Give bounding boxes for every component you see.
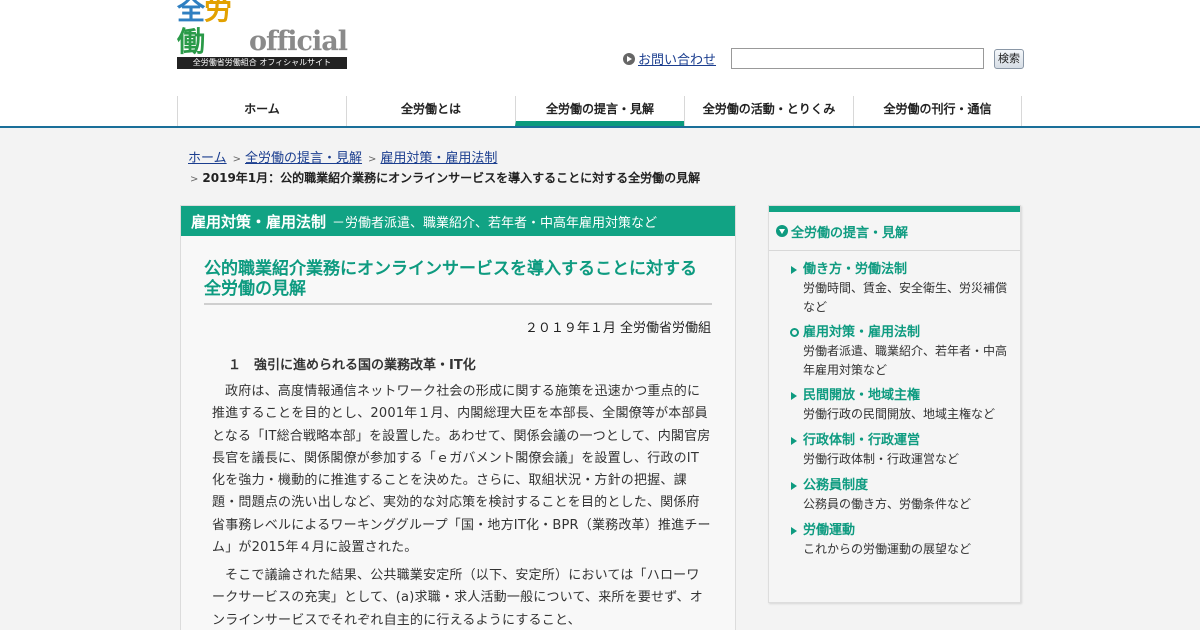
chevron-right-icon: > [190, 174, 199, 185]
nav-item-home[interactable]: ホーム [177, 96, 346, 126]
sidebar-header[interactable]: 全労働の提言・見解 [769, 212, 1020, 251]
article-title: 公的職業紹介業務にオンラインサービスを導入することに対する全労働の見解 [204, 259, 712, 305]
triangle-right-icon [791, 437, 797, 445]
sidebar-item-title[interactable]: 公務員制度 [803, 477, 1013, 495]
contact-link-wrap[interactable]: お問い合わせ [623, 49, 716, 68]
category-header: 雇用対策・雇用法制 －労働者派遣、職業紹介、若年者・中高年雇用対策など [181, 206, 735, 236]
triangle-right-icon [791, 527, 797, 535]
breadcrumb-current: >2019年1月：公的職業紹介業務にオンラインサービスを導入することに対する全労… [190, 169, 700, 186]
sidebar-item-title[interactable]: 労働運動 [803, 522, 1013, 540]
sidebar: 全労働の提言・見解 働き方・労働法制 労働時間、賃金、安全衛生、労災補償など 雇… [768, 205, 1021, 603]
logo-wordmark: 全労働 official [177, 0, 348, 58]
sidebar-list: 働き方・労働法制 労働時間、賃金、安全衛生、労災補償など 雇用対策・雇用法制 労… [790, 261, 1013, 559]
sidebar-item-desc: 公務員の働き方、労働条件など [803, 497, 972, 511]
search-input[interactable] [731, 48, 984, 69]
nav-item-publications[interactable]: 全労働の刊行・通信 [853, 96, 1022, 126]
sidebar-item-title[interactable]: 雇用対策・雇用法制 [803, 324, 1013, 342]
sidebar-item-title[interactable]: 行政体制・行政運営 [803, 432, 1013, 450]
contact-link[interactable]: お問い合わせ [638, 49, 716, 68]
sidebar-item-title[interactable]: 働き方・労働法制 [803, 261, 1013, 279]
sidebar-item-privatization[interactable]: 民間開放・地域主権 労働行政の民間開放、地域主権など [791, 387, 1013, 424]
search-button[interactable]: 検索 [994, 49, 1024, 69]
sidebar-item-desc: 労働時間、賃金、安全衛生、労災補償など [803, 281, 1008, 314]
ring-icon [790, 328, 799, 337]
article-paragraph: 政府は、高度情報通信ネットワーク社会の形成に関する施策を迅速かつ重点的に推進する… [212, 384, 711, 556]
nav-divider [0, 126, 1200, 128]
global-nav: ホーム 全労働とは 全労働の提言・見解 全労働の活動・とりくみ 全労働の刊行・通… [177, 96, 1023, 126]
triangle-right-icon [791, 392, 797, 400]
logo-subtitle: 全労働省労働組合 オフィシャルサイト [177, 57, 347, 69]
article-panel: 雇用対策・雇用法制 －労働者派遣、職業紹介、若年者・中高年雇用対策など 公的職業… [180, 205, 736, 630]
article-paragraph: そこで議論された結果、公共職業安定所（以下、安定所）においては「ハローワークサー… [212, 568, 703, 628]
sidebar-item-employment[interactable]: 雇用対策・雇用法制 労働者派遣、職業紹介、若年者・中高年雇用対策など [790, 324, 1013, 380]
sidebar-title: 全労働の提言・見解 [791, 225, 909, 241]
site-logo[interactable]: 全労働 official 全労働省労働組合 オフィシャルサイト [177, 0, 348, 70]
sidebar-item-desc: 労働行政の民間開放、地域主権など [803, 407, 996, 421]
arrow-circle-icon [623, 52, 635, 65]
category-subtitle: －労働者派遣、職業紹介、若年者・中高年雇用対策など [332, 215, 658, 231]
sidebar-item-title[interactable]: 民間開放・地域主権 [803, 387, 1013, 405]
triangle-right-icon [791, 266, 797, 274]
category-title: 雇用対策・雇用法制 [191, 212, 327, 231]
section-heading: １ 強引に進められる国の業務改革・IT化 [228, 358, 476, 373]
breadcrumb-home[interactable]: ホーム [188, 151, 227, 166]
chevron-right-icon: > [232, 154, 242, 165]
logo-kanji: 全労働 [177, 0, 232, 58]
triangle-right-icon [791, 482, 797, 490]
nav-item-activities[interactable]: 全労働の活動・とりくみ [684, 96, 853, 126]
sidebar-item-workstyle[interactable]: 働き方・労働法制 労働時間、賃金、安全衛生、労災補償など [791, 261, 1013, 317]
sidebar-item-desc: これからの労働運動の展望など [803, 542, 972, 556]
sidebar-item-desc: 労働者派遣、職業紹介、若年者・中高年雇用対策など [803, 344, 1008, 377]
breadcrumb-proposals[interactable]: 全労働の提言・見解 [245, 151, 362, 166]
sidebar-item-desc: 労働行政体制・行政運営など [803, 452, 960, 466]
nav-item-proposals[interactable]: 全労働の提言・見解 [515, 96, 684, 126]
sidebar-item-labor-movement[interactable]: 労働運動 これからの労働運動の展望など [791, 522, 1013, 559]
chevron-right-icon: > [368, 154, 377, 165]
article-date: ２０１９年１月 全労働省労働組 [524, 321, 711, 336]
nav-item-about[interactable]: 全労働とは [346, 96, 515, 126]
breadcrumb-current-label: 2019年1月：公的職業紹介業務にオンラインサービスを導入することに対する全労働… [202, 171, 701, 185]
sidebar-item-civil-service[interactable]: 公務員制度 公務員の働き方、労働条件など [791, 477, 1013, 514]
breadcrumb: ホーム > 全労働の提言・見解 > 雇用対策・雇用法制 [188, 147, 497, 166]
logo-official: official [249, 26, 348, 57]
sidebar-item-administration[interactable]: 行政体制・行政運営 労働行政体制・行政運営など [791, 432, 1013, 469]
chevron-down-circle-icon [776, 225, 788, 237]
breadcrumb-employment[interactable]: 雇用対策・雇用法制 [380, 151, 497, 166]
